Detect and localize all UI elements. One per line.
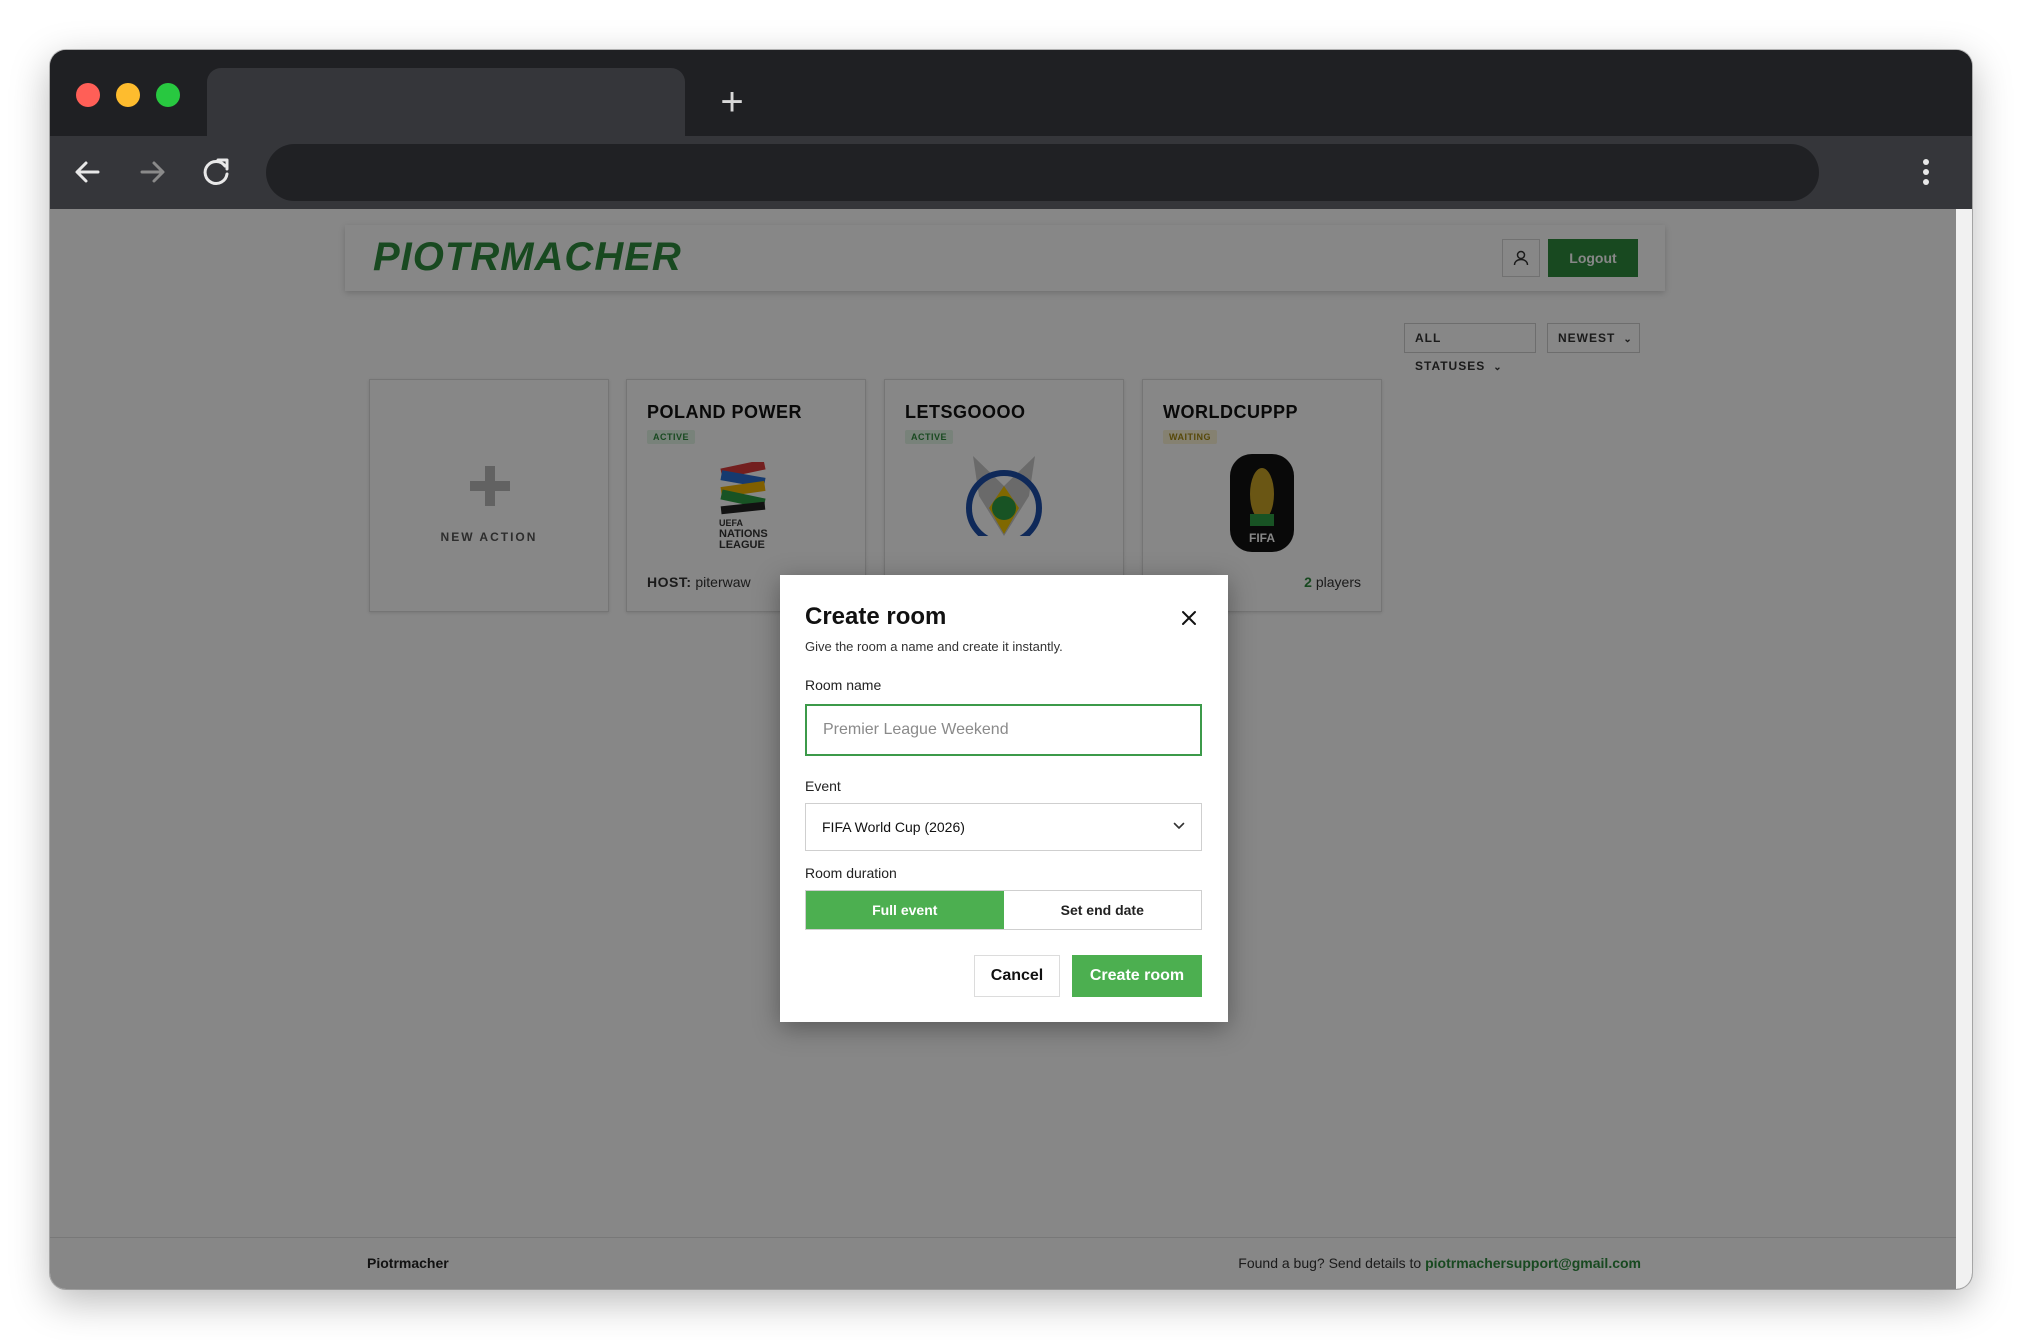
event-select[interactable]: FIFA World Cup (2026) — [805, 803, 1202, 851]
kebab-menu-icon — [1923, 159, 1929, 185]
page-viewport: PIOTRMACHER Logout ALL STATUSES ⌄ NEWEST ⌄… — [50, 209, 1956, 1289]
modal-subtitle: Give the room a name and create it insta… — [805, 639, 1063, 654]
reload-button[interactable] — [194, 150, 238, 194]
page-scrollbar[interactable] — [1956, 209, 1972, 1289]
back-button[interactable] — [66, 150, 110, 194]
minimize-window-button[interactable] — [116, 83, 140, 107]
browser-tab[interactable] — [207, 68, 685, 136]
arrow-right-icon — [140, 161, 165, 183]
cancel-button[interactable]: Cancel — [974, 955, 1060, 997]
chevron-down-icon — [1173, 822, 1185, 829]
modal-title: Create room — [805, 603, 947, 630]
new-tab-button[interactable]: + — [710, 80, 754, 124]
room-duration-label: Room duration — [805, 865, 897, 881]
close-window-button[interactable] — [76, 83, 100, 107]
event-select-value: FIFA World Cup (2026) — [822, 819, 965, 835]
address-bar[interactable] — [266, 144, 1819, 201]
create-room-button[interactable]: Create room — [1072, 955, 1202, 997]
browser-titlebar: + — [50, 50, 1972, 136]
event-label: Event — [805, 778, 841, 794]
browser-window: + PIOTRMACHER Logout ALL STATUSES ⌄ NEWES — [50, 50, 1972, 1289]
forward-button[interactable] — [130, 150, 174, 194]
browser-menu-button[interactable] — [1916, 150, 1936, 194]
close-modal-button[interactable] — [1180, 609, 1198, 627]
reload-icon — [203, 158, 229, 185]
room-duration-toggle: Full event Set end date — [805, 890, 1202, 930]
create-room-modal: Create room Give the room a name and cre… — [780, 575, 1228, 1022]
close-icon — [1182, 611, 1196, 625]
set-end-date-option[interactable]: Set end date — [1003, 891, 1201, 929]
room-name-input[interactable] — [805, 704, 1202, 756]
browser-toolbar — [50, 136, 1972, 209]
arrow-left-icon — [75, 161, 100, 183]
maximize-window-button[interactable] — [156, 83, 180, 107]
full-event-option[interactable]: Full event — [806, 891, 1004, 929]
room-name-label: Room name — [805, 677, 882, 693]
